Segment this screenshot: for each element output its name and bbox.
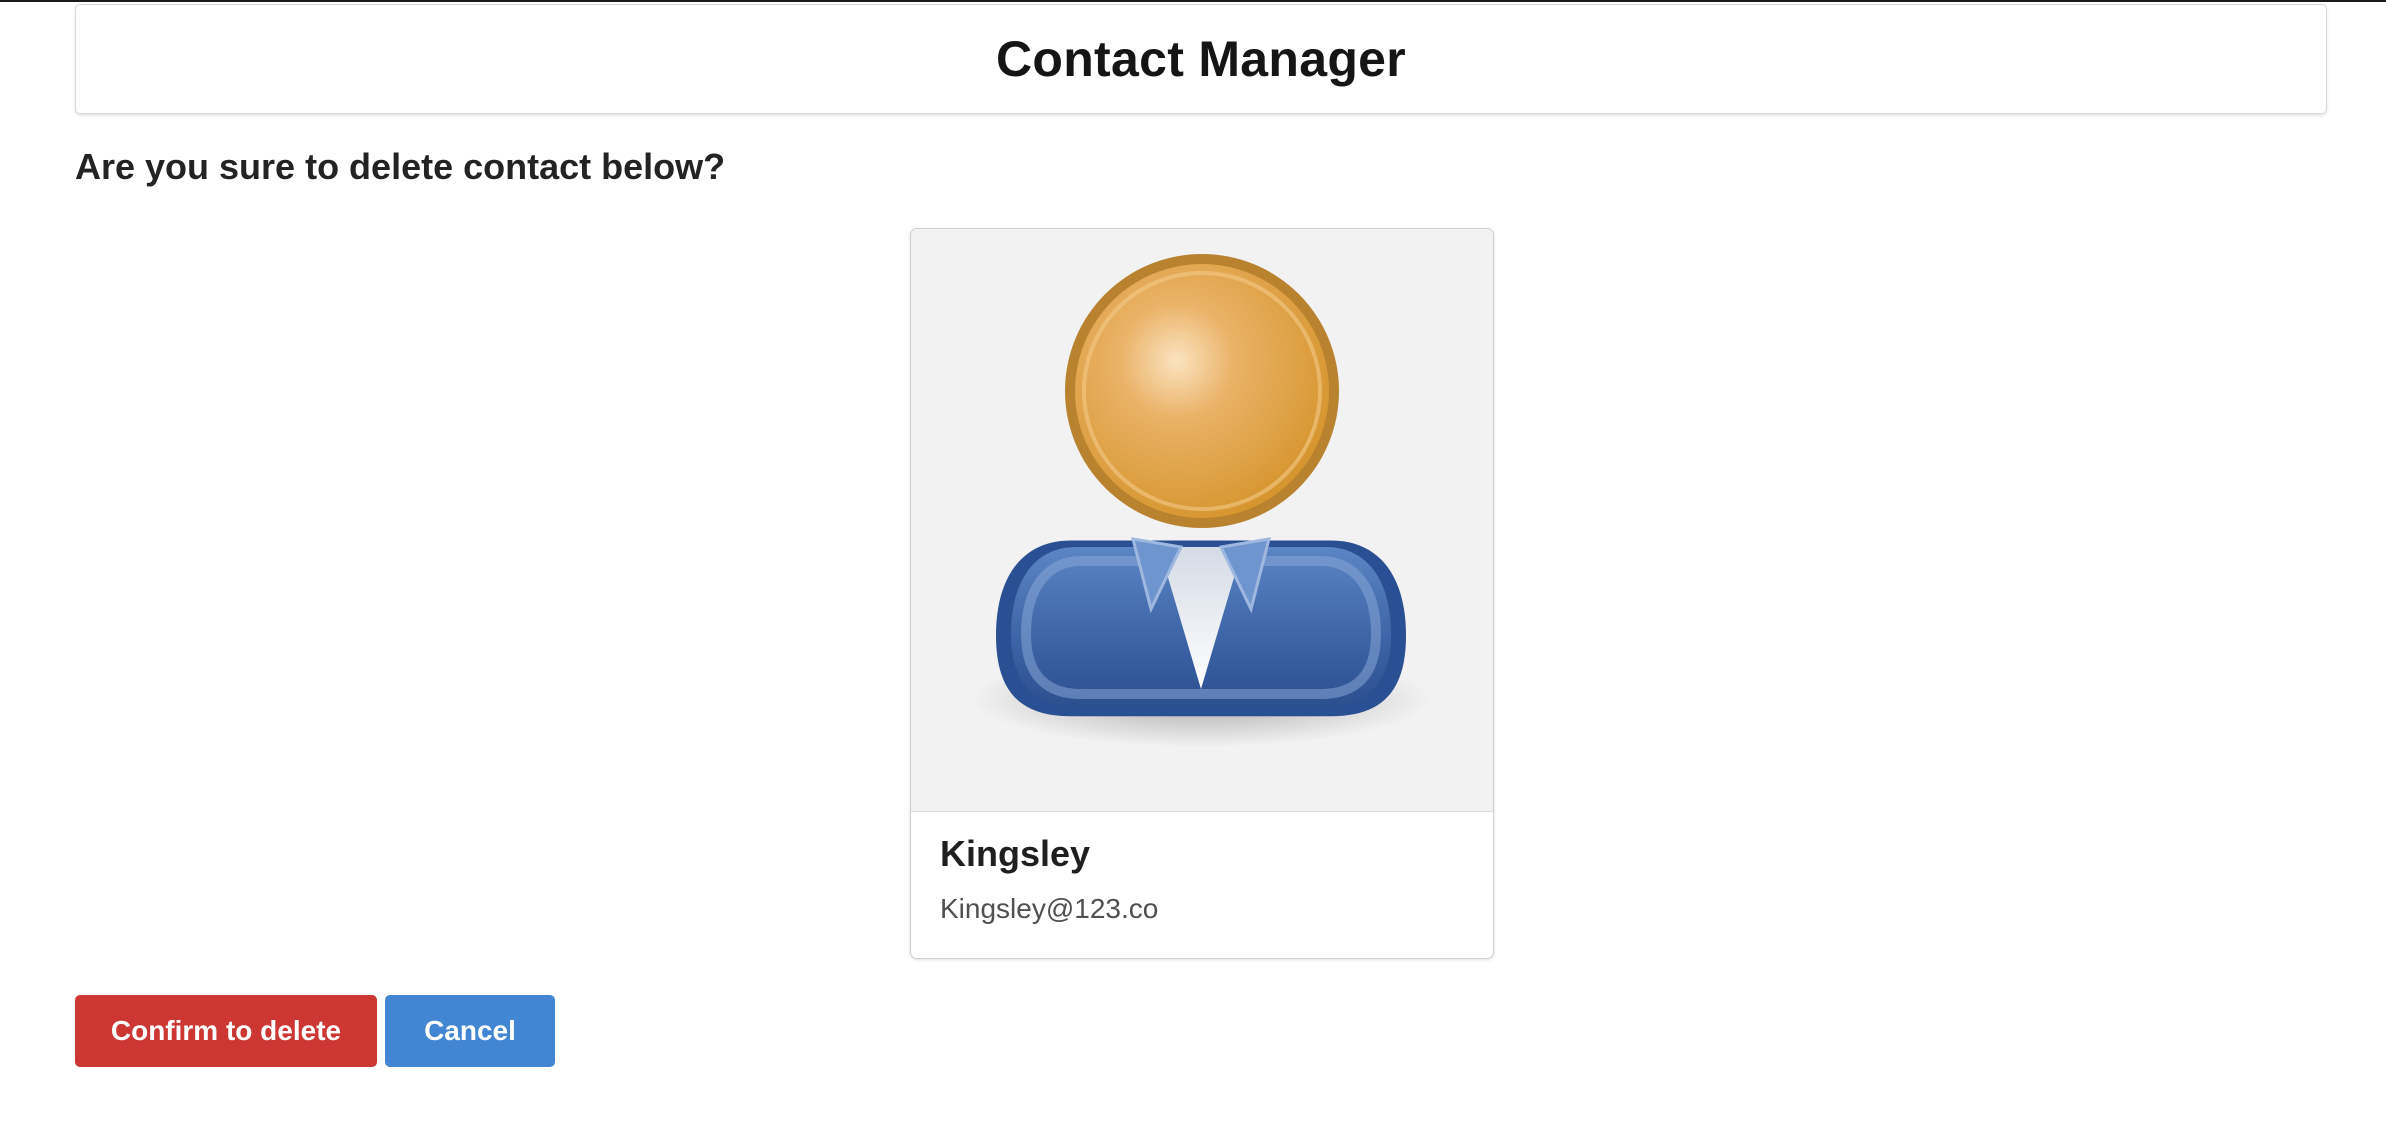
- app-header: Contact Manager: [75, 4, 2327, 114]
- action-buttons: Confirm to delete Cancel: [75, 995, 555, 1067]
- contact-avatar: [911, 229, 1493, 812]
- user-avatar-icon: [971, 254, 1431, 747]
- top-border: [0, 0, 2386, 2]
- app-title: Contact Manager: [995, 31, 1407, 87]
- contact-email: Kingsley@123.co: [940, 893, 1159, 924]
- delete-contact-page: Contact Manager Are you sure to delete c…: [0, 0, 2386, 1134]
- contact-card: Kingsley Kingsley@123.co: [910, 228, 1494, 959]
- confirm-delete-button[interactable]: Confirm to delete: [75, 995, 377, 1067]
- delete-confirmation-prompt: Are you sure to delete contact below?: [75, 146, 726, 187]
- cancel-button[interactable]: Cancel: [385, 995, 555, 1067]
- contact-name: Kingsley: [940, 833, 1091, 874]
